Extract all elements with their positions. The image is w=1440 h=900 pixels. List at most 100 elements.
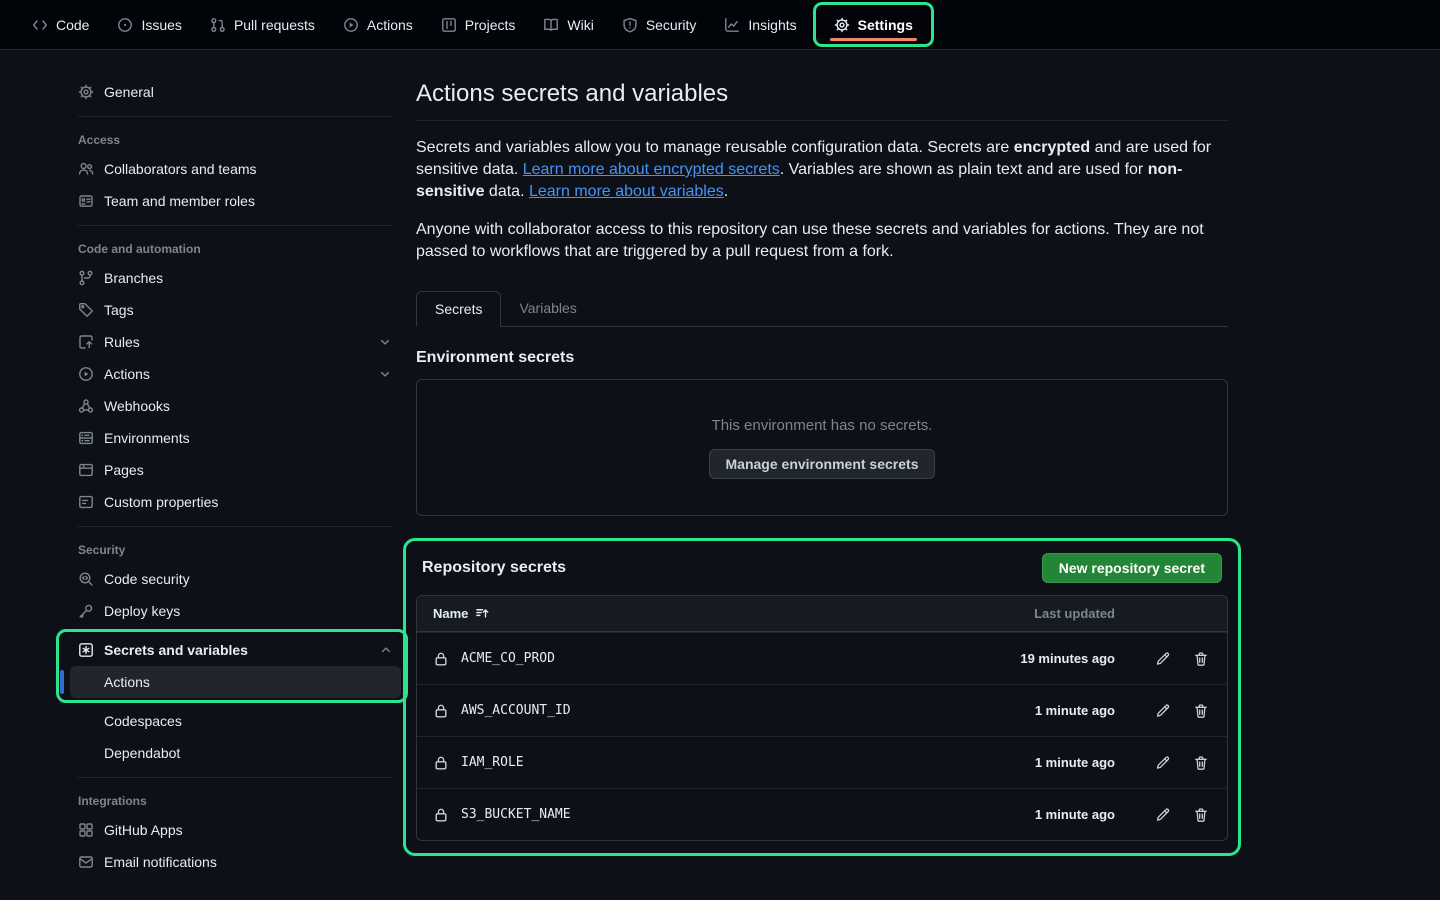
tab-security[interactable]: Security (612, 0, 707, 49)
sidebar-item-actions[interactable]: Actions (70, 358, 400, 390)
tab-security-label: Security (646, 17, 697, 33)
graph-icon (724, 17, 740, 33)
sidebar-item-secrets-dependabot[interactable]: Dependabot (70, 737, 400, 769)
git-pull-request-icon (210, 17, 226, 33)
gear-icon (834, 17, 850, 33)
sidebar-section-code-automation: Code and automation (70, 234, 400, 262)
delete-secret-button[interactable] (1193, 755, 1209, 771)
sidebar-item-label: Actions (104, 366, 150, 382)
tab-issues[interactable]: Issues (107, 0, 191, 49)
sidebar-item-label: Code security (104, 571, 190, 587)
tab-settings[interactable]: Settings (820, 5, 927, 44)
secret-last-updated: 1 minute ago (965, 807, 1115, 822)
secret-last-updated: 19 minutes ago (965, 651, 1115, 666)
key-icon (78, 603, 94, 619)
sidebar-item-secrets-codespaces[interactable]: Codespaces (70, 705, 400, 737)
git-branch-icon (78, 270, 94, 286)
learn-more-encrypted-secrets-link[interactable]: Learn more about encrypted secrets (523, 161, 780, 178)
sidebar-item-rules[interactable]: Rules (70, 326, 400, 358)
secrets-and-variables-annotation: Secrets and variables Actions (56, 629, 408, 703)
sidebar-item-tags[interactable]: Tags (70, 294, 400, 326)
sidebar-item-label: Custom properties (104, 494, 218, 510)
edit-secret-button[interactable] (1155, 703, 1171, 719)
mail-icon (78, 854, 94, 870)
intro-text: . Variables are shown as plain text and … (780, 161, 1148, 178)
sidebar-item-team-member-roles[interactable]: Team and member roles (70, 185, 400, 217)
tab-pull-requests[interactable]: Pull requests (200, 0, 325, 49)
lock-icon (433, 755, 449, 771)
delete-secret-button[interactable] (1193, 703, 1209, 719)
secret-name: ACME_CO_PROD (461, 651, 555, 666)
intro-text: . (724, 183, 728, 200)
tab-secrets[interactable]: Secrets (416, 291, 501, 327)
secret-icon (78, 642, 94, 658)
sidebar-divider (78, 777, 392, 778)
sidebar-item-label: Webhooks (104, 398, 170, 414)
tab-issues-label: Issues (141, 17, 181, 33)
delete-secret-button[interactable] (1193, 807, 1209, 823)
sidebar-item-custom-properties[interactable]: Custom properties (70, 486, 400, 518)
sidebar-item-label: General (104, 84, 154, 100)
edit-secret-button[interactable] (1155, 755, 1171, 771)
tab-projects[interactable]: Projects (431, 0, 526, 49)
sidebar-item-environments[interactable]: Environments (70, 422, 400, 454)
sidebar-item-code-security[interactable]: Code security (70, 563, 400, 595)
sidebar-item-deploy-keys[interactable]: Deploy keys (70, 595, 400, 627)
tab-insights-label: Insights (748, 17, 796, 33)
sidebar-item-label: Deploy keys (104, 603, 180, 619)
environments-icon (78, 430, 94, 446)
tab-projects-label: Projects (465, 17, 516, 33)
sort-ascending-icon[interactable] (475, 606, 490, 621)
sidebar-item-label: Secrets and variables (104, 642, 248, 658)
sidebar-item-general[interactable]: General (70, 76, 400, 108)
sidebar-item-label: Pages (104, 462, 144, 478)
repo-tab-nav: Code Issues Pull requests Actions Projec… (0, 0, 1440, 50)
manage-environment-secrets-button[interactable]: Manage environment secrets (709, 449, 936, 479)
tab-code[interactable]: Code (22, 0, 99, 49)
lock-icon (433, 651, 449, 667)
column-name-label: Name (433, 606, 468, 621)
play-icon (343, 17, 359, 33)
sidebar-item-label: Rules (104, 334, 140, 350)
secret-last-updated: 1 minute ago (965, 755, 1115, 770)
sidebar-item-branches[interactable]: Branches (70, 262, 400, 294)
settings-sidebar: General Access Collaborators and teams T… (70, 76, 400, 878)
tab-wiki[interactable]: Wiki (533, 0, 603, 49)
webhook-icon (78, 398, 94, 414)
sidebar-item-webhooks[interactable]: Webhooks (70, 390, 400, 422)
tab-insights[interactable]: Insights (714, 0, 806, 49)
tab-actions[interactable]: Actions (333, 0, 423, 49)
chevron-down-icon (378, 367, 392, 381)
edit-secret-button[interactable] (1155, 651, 1171, 667)
tab-variables[interactable]: Variables (501, 291, 594, 326)
secret-row: AWS_ACCOUNT_ID 1 minute ago (417, 684, 1227, 736)
book-icon (543, 17, 559, 33)
tag-icon (78, 302, 94, 318)
sidebar-item-secrets-and-variables[interactable]: Secrets and variables (70, 634, 401, 666)
sidebar-item-label: Actions (104, 674, 150, 690)
repository-secrets-heading: Repository secrets (422, 559, 566, 577)
sidebar-item-github-apps[interactable]: GitHub Apps (70, 814, 400, 846)
secret-row: IAM_ROLE 1 minute ago (417, 736, 1227, 788)
tab-actions-label: Actions (367, 17, 413, 33)
intro-text: data. (484, 183, 528, 200)
note-icon (78, 494, 94, 510)
sidebar-item-collaborators[interactable]: Collaborators and teams (70, 153, 400, 185)
sidebar-item-secrets-actions[interactable]: Actions (70, 666, 401, 698)
sidebar-item-label: GitHub Apps (104, 822, 183, 838)
edit-secret-button[interactable] (1155, 807, 1171, 823)
learn-more-variables-link[interactable]: Learn more about variables (529, 183, 724, 200)
chevron-down-icon (378, 335, 392, 349)
sidebar-item-label: Collaborators and teams (104, 161, 257, 177)
issue-opened-icon (117, 17, 133, 33)
project-icon (441, 17, 457, 33)
sidebar-item-pages[interactable]: Pages (70, 454, 400, 486)
secret-name: IAM_ROLE (461, 755, 524, 770)
secret-row: ACME_CO_PROD 19 minutes ago (417, 632, 1227, 684)
environment-empty-text: This environment has no secrets. (712, 417, 933, 434)
delete-secret-button[interactable] (1193, 651, 1209, 667)
new-repository-secret-button[interactable]: New repository secret (1042, 553, 1222, 583)
sidebar-divider (78, 225, 392, 226)
sidebar-item-email-notifications[interactable]: Email notifications (70, 846, 400, 878)
repository-secrets-header: Repository secrets New repository secret (416, 551, 1228, 595)
